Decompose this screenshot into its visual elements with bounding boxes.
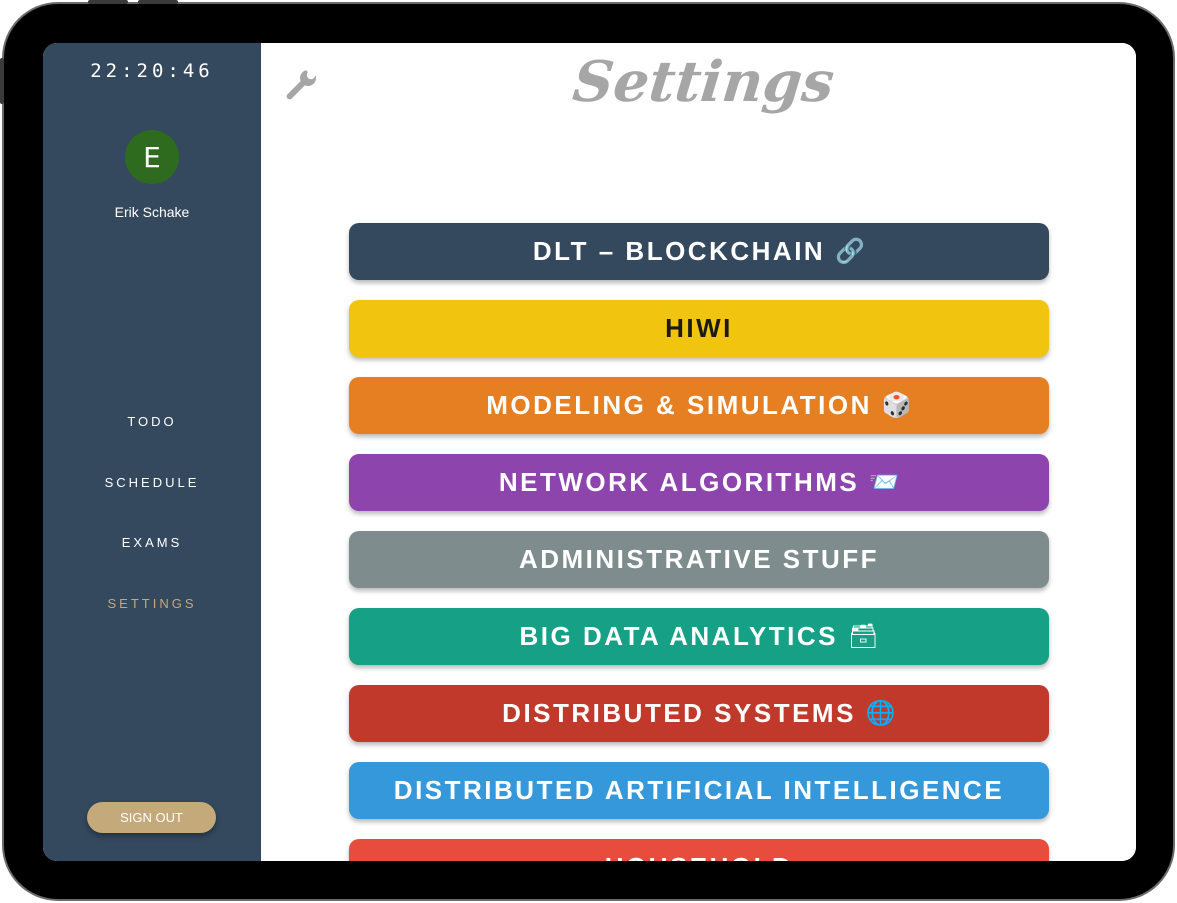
device-button-top	[88, 0, 128, 4]
course-button-household[interactable]: HOUSEHOLD	[349, 839, 1049, 861]
course-emoji-icon: 🎲	[881, 392, 912, 419]
course-emoji-icon: 📨	[869, 469, 900, 496]
device-button-side	[0, 58, 4, 104]
course-label: BIG DATA ANALYTICS	[519, 621, 838, 651]
course-button-network-algorithms[interactable]: NETWORK ALGORITHMS 📨	[349, 454, 1049, 511]
course-button-distributed-systems[interactable]: DISTRIBUTED SYSTEMS 🌐	[349, 685, 1049, 742]
clock: 22:20:46	[90, 60, 214, 82]
course-label: NETWORK ALGORITHMS	[498, 467, 860, 497]
user-name: Erik Schake	[114, 204, 190, 220]
page-title: Settings	[569, 49, 838, 115]
course-label: DLT – BLOCKCHAIN	[532, 236, 826, 266]
nav-item-schedule[interactable]: SCHEDULE	[43, 475, 261, 490]
course-button-distributed-artificial-intelligence[interactable]: DISTRIBUTED ARTIFICIAL INTELLIGENCE	[349, 762, 1049, 819]
course-label: DISTRIBUTED SYSTEMS	[502, 698, 856, 728]
course-label: HOUSEHOLD	[605, 852, 794, 861]
main-content: Settings DLT – BLOCKCHAIN 🔗 HIWI MODELING &…	[261, 43, 1136, 861]
course-button-big-data-analytics[interactable]: BIG DATA ANALYTICS 🗃	[349, 608, 1049, 665]
avatar[interactable]: E	[125, 130, 179, 184]
nav-item-todo[interactable]: TODO	[43, 414, 261, 429]
course-emoji-icon: 🗃	[848, 623, 879, 650]
nav-item-exams[interactable]: EXAMS	[43, 535, 261, 550]
course-label: MODELING & SIMULATION	[486, 390, 872, 420]
course-button-hiwi[interactable]: HIWI	[349, 300, 1049, 357]
course-button-modeling-simulation[interactable]: MODELING & SIMULATION 🎲	[349, 377, 1049, 434]
course-label: DISTRIBUTED ARTIFICIAL INTELLIGENCE	[393, 775, 1005, 805]
sign-out-button[interactable]: SIGN OUT	[87, 802, 216, 833]
course-button-dlt-blockchain[interactable]: DLT – BLOCKCHAIN 🔗	[349, 223, 1049, 280]
nav-item-settings[interactable]: SETTINGS	[43, 596, 261, 611]
course-label: HIWI	[665, 313, 733, 343]
course-button-administrative-stuff[interactable]: ADMINISTRATIVE STUFF	[349, 531, 1049, 588]
device-button-top-2	[138, 0, 178, 4]
screen: 22:20:46 E Erik Schake TODO SCHEDULE EXA…	[43, 43, 1136, 861]
course-label: ADMINISTRATIVE STUFF	[518, 544, 880, 574]
sidebar: 22:20:46 E Erik Schake TODO SCHEDULE EXA…	[43, 43, 261, 861]
course-emoji-icon: 🌐	[865, 700, 896, 727]
course-emoji-icon: 🔗	[835, 238, 866, 265]
